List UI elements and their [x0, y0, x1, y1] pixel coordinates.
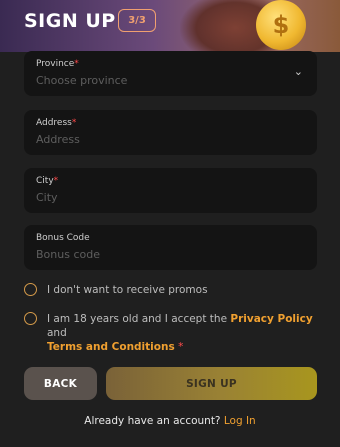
- terms-text: I am 18 years old and I accept the Priva…: [47, 313, 313, 353]
- bonus-code-placeholder: Bonus code: [36, 248, 100, 261]
- address-field[interactable]: Address* Address: [24, 110, 317, 155]
- bonus-code-field[interactable]: Bonus Code Bonus code: [24, 225, 317, 270]
- coin-icon: $: [256, 0, 306, 50]
- promos-text: I don't want to receive promos: [47, 284, 208, 296]
- back-button[interactable]: BACK: [24, 367, 97, 400]
- sign-up-button[interactable]: SIGN UP: [106, 367, 317, 400]
- city-placeholder: City: [36, 191, 58, 204]
- header-banner: $ SIGN UP 3/3: [0, 0, 340, 52]
- address-placeholder: Address: [36, 133, 80, 146]
- bonus-code-label: Bonus Code: [36, 233, 90, 243]
- chevron-down-icon[interactable]: ⌄: [294, 65, 303, 78]
- province-label: Province*: [36, 59, 79, 69]
- privacy-policy-link[interactable]: Privacy Policy: [230, 313, 312, 325]
- province-placeholder: Choose province: [36, 74, 128, 87]
- city-field[interactable]: City* City: [24, 168, 317, 213]
- city-label: City*: [36, 176, 59, 186]
- terms-option: I am 18 years old and I accept the Priva…: [24, 312, 319, 353]
- province-select[interactable]: Province* Choose province ⌄: [24, 51, 317, 96]
- address-label: Address*: [36, 118, 77, 128]
- login-link[interactable]: Log In: [224, 415, 256, 427]
- promos-option: I don't want to receive promos: [24, 283, 319, 299]
- terms-checkbox[interactable]: [24, 312, 37, 325]
- promos-checkbox[interactable]: [24, 283, 37, 296]
- terms-conditions-link[interactable]: Terms and Conditions: [47, 341, 175, 353]
- login-prompt: Already have an account? Log In: [84, 415, 256, 427]
- step-badge: 3/3: [118, 9, 156, 32]
- page-title: SIGN UP: [24, 10, 116, 32]
